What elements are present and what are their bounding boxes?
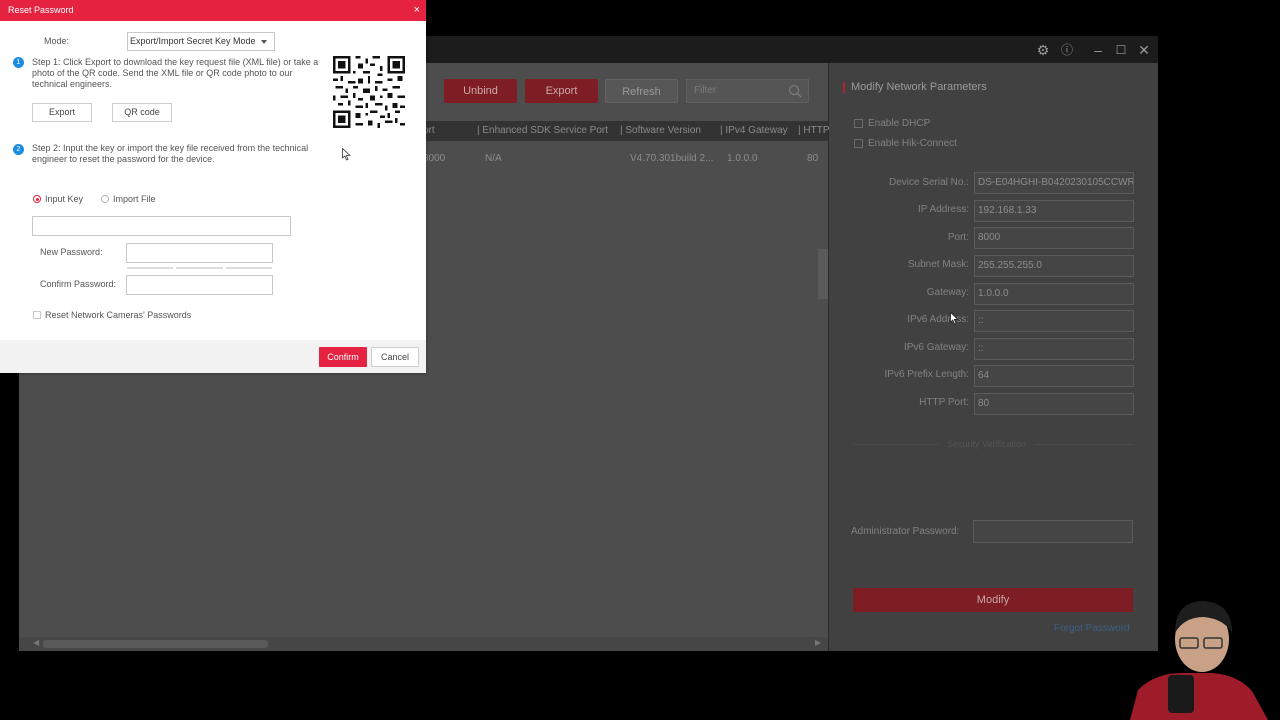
info-icon[interactable]: ⓘ — [1058, 41, 1076, 59]
admin-password-input[interactable] — [973, 520, 1133, 543]
filter-placeholder: Filter — [694, 85, 717, 96]
password-strength-bar-2 — [176, 267, 223, 269]
export-button[interactable]: Export — [525, 79, 598, 103]
dialog-close-icon[interactable]: × — [414, 3, 420, 17]
close-icon[interactable]: ✕ — [1135, 41, 1153, 59]
panel-collapse-handle[interactable] — [818, 249, 828, 299]
dialog-title: Reset Password — [8, 5, 74, 15]
panel-title: Modify Network Parameters — [851, 81, 987, 93]
cancel-button[interactable]: Cancel — [371, 347, 419, 367]
cell-ipv4-gateway: 1.0.0.0 — [727, 153, 758, 164]
password-strength-bar-3 — [226, 267, 272, 269]
cell-port: 8000 — [423, 153, 446, 164]
http-port-field[interactable]: 80 — [974, 393, 1134, 415]
horizontal-scrollbar[interactable]: ◀ ▶ — [19, 637, 828, 651]
cell-software-version: V4.70.301build 2... — [630, 153, 714, 164]
confirm-password-label: Confirm Password: — [40, 279, 117, 289]
forgot-password-link[interactable]: Forgot Password — [1054, 623, 1130, 634]
ipv6-gateway-label: IPv6 Gateway: — [903, 342, 969, 353]
ip-address-label: IP Address: — [918, 204, 969, 215]
refresh-button[interactable]: Refresh — [605, 79, 678, 103]
password-strength-bar-1 — [127, 267, 173, 269]
filter-input[interactable]: Filter — [686, 79, 809, 103]
mouse-cursor-icon — [342, 148, 351, 161]
input-key-radio[interactable] — [33, 195, 41, 203]
subnet-mask-label: Subnet Mask: — [907, 259, 969, 270]
gateway-field[interactable]: 1.0.0.0 — [974, 283, 1134, 305]
cell-sdk-port: N/A — [485, 153, 502, 164]
step-1-text-line-3: technical engineers. — [32, 79, 113, 89]
new-password-label: New Password: — [40, 247, 103, 257]
qr-code-button[interactable]: QR code — [112, 103, 172, 122]
enable-dhcp-label: Enable DHCP — [868, 118, 931, 129]
admin-password-label: Administrator Password: — [851, 526, 960, 537]
step-1-text-line-1: Step 1: Click Export to download the key… — [32, 57, 319, 67]
unbind-button[interactable]: Unbind — [444, 79, 517, 103]
ipv6-address-field[interactable]: :: — [974, 310, 1134, 332]
enable-hik-connect-checkbox[interactable] — [854, 139, 863, 148]
chevron-down-icon — [261, 40, 267, 44]
ip-address-field[interactable]: 192.168.1.33 — [974, 200, 1134, 222]
minimize-icon[interactable]: – — [1089, 41, 1107, 59]
dialog-footer: Confirm Cancel — [0, 340, 426, 373]
step-2-text-line-1: Step 2: Input the key or import the key … — [32, 143, 309, 153]
confirm-password-input[interactable] — [126, 275, 273, 295]
scrollbar-thumb[interactable] — [43, 640, 268, 648]
serial-number-field[interactable]: DS-E04HGHI-B0420230105CCWRI — [974, 172, 1134, 194]
key-input[interactable] — [32, 216, 291, 236]
maximize-icon[interactable]: ☐ — [1112, 41, 1130, 59]
gateway-label: Gateway: — [926, 287, 969, 298]
step-2-text-line-2: engineer to reset the password for the d… — [32, 154, 215, 164]
scroll-left-icon[interactable]: ◀ — [33, 638, 39, 647]
ipv6-address-label: IPv6 Address: — [907, 314, 969, 325]
ipv6-gateway-field[interactable]: :: — [974, 338, 1134, 360]
enable-hik-connect-label: Enable Hik-Connect — [868, 138, 957, 149]
ipv6-prefix-field[interactable]: 64 — [974, 365, 1134, 387]
column-header-software-version[interactable]: | Software Version — [620, 121, 701, 141]
input-key-label: Input Key — [45, 194, 84, 204]
step-1-text-line-2: photo of the QR code. Send the XML file … — [32, 68, 293, 78]
cell-http: 80 — [807, 153, 819, 164]
mode-select-value: Export/Import Secret Key Mode — [130, 36, 256, 46]
serial-number-label: Device Serial No.: — [888, 177, 969, 188]
export-key-button[interactable]: Export — [32, 103, 92, 122]
column-header-ipv4-gateway[interactable]: | IPv4 Gateway — [720, 121, 788, 141]
gear-icon[interactable]: ⚙ — [1034, 41, 1052, 59]
mouse-cursor-icon — [950, 312, 959, 325]
step-2-icon: 2 — [13, 144, 24, 155]
network-parameters-panel: Modify Network Parameters Enable DHCP En… — [829, 63, 1158, 651]
import-file-label: Import File — [113, 194, 156, 204]
new-password-input[interactable] — [126, 243, 273, 263]
modify-button[interactable]: Modify — [853, 588, 1133, 612]
qr-code-icon — [333, 56, 405, 128]
ipv6-prefix-label: IPv6 Prefix Length: — [884, 369, 970, 380]
step-1-icon: 1 — [13, 57, 24, 68]
import-file-radio[interactable] — [101, 195, 109, 203]
enable-dhcp-checkbox[interactable] — [854, 119, 863, 128]
column-header-http[interactable]: | HTTP — [798, 121, 830, 141]
subnet-mask-field[interactable]: 255.255.255.0 — [974, 255, 1134, 277]
radio-selected-dot — [35, 197, 39, 201]
column-header-sdk-port[interactable]: | Enhanced SDK Service Port — [477, 121, 608, 141]
confirm-button[interactable]: Confirm — [319, 347, 367, 367]
reset-cameras-checkbox[interactable] — [33, 311, 41, 319]
reset-password-dialog: Reset Password × Mode: Export/Import Sec… — [0, 0, 426, 373]
title-accent-bar — [843, 82, 845, 93]
reset-cameras-label: Reset Network Cameras' Passwords — [45, 310, 192, 320]
mode-select[interactable]: Export/Import Secret Key Mode — [127, 32, 275, 51]
search-icon[interactable] — [788, 84, 802, 98]
mode-label: Mode: — [44, 36, 70, 46]
port-field[interactable]: 8000 — [974, 227, 1134, 249]
port-label: Port: — [947, 232, 969, 243]
dialog-titlebar: Reset Password × — [0, 0, 426, 21]
http-port-label: HTTP Port: — [919, 397, 969, 408]
webcam-overlay — [1130, 601, 1268, 720]
security-verification-heading: Security Verification — [939, 439, 1035, 449]
scroll-right-icon[interactable]: ▶ — [815, 638, 821, 647]
